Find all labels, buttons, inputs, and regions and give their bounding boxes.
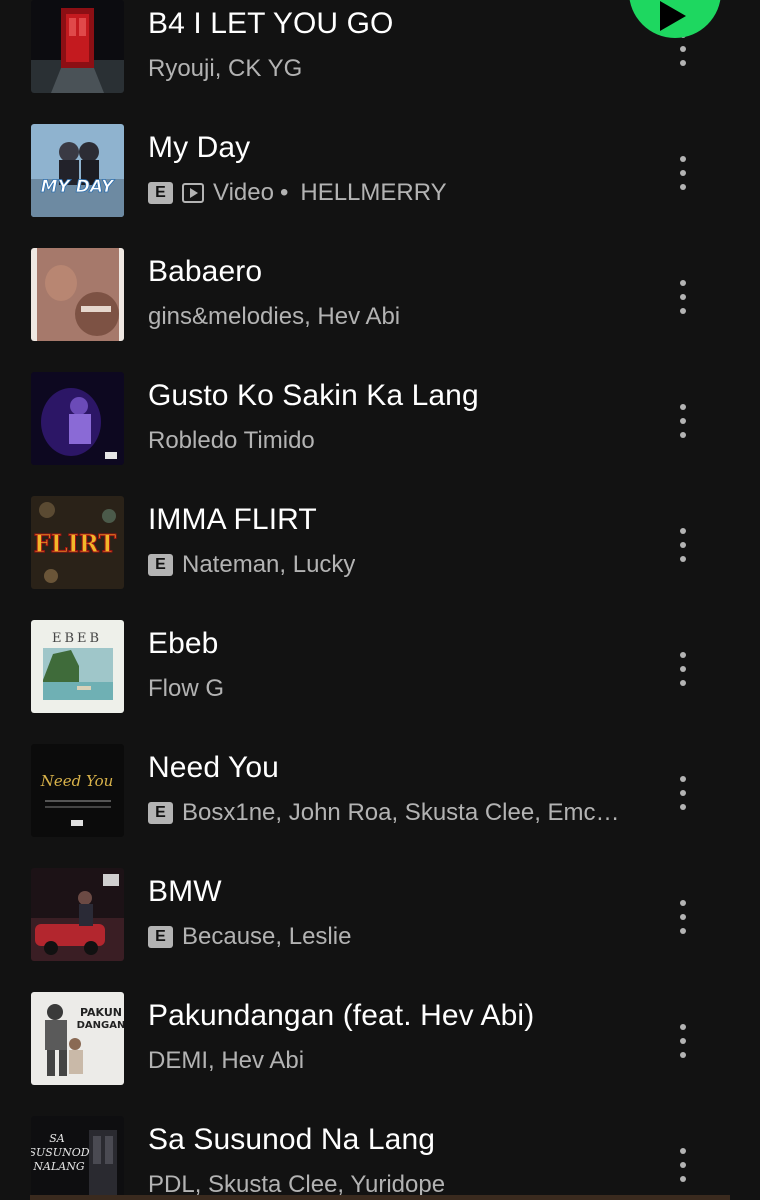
album-cover-image bbox=[31, 0, 124, 93]
track-title: Gusto Ko Sakin Ka Lang bbox=[148, 379, 479, 412]
track-row[interactable]: SA SUSUNOD NALANG Sa Susunod Na Lang PDL… bbox=[0, 1086, 760, 1200]
cover-text: SUSUNOD bbox=[31, 1146, 90, 1159]
track-artists: DEMI, Hev Abi bbox=[148, 1047, 305, 1074]
video-label: Video bbox=[213, 179, 274, 206]
track-subtitle: E Because, Leslie bbox=[148, 923, 351, 951]
track-title: IMMA FLIRT bbox=[148, 503, 317, 536]
track-list: B4 I LET YOU GO Ryouji, CK YG MY DAY My … bbox=[0, 0, 760, 1200]
track-subtitle: E Nateman, Lucky bbox=[148, 551, 355, 579]
track-row[interactable]: Gusto Ko Sakin Ka Lang Robledo Timido bbox=[0, 342, 760, 466]
video-icon bbox=[182, 183, 204, 203]
cover-text: MY DAY bbox=[41, 177, 115, 197]
track-subtitle: E Bosx1ne, John Roa, Skusta Clee, Emc… bbox=[148, 799, 618, 827]
track-row[interactable]: FLIRT IMMA FLIRT E Nateman, Lucky bbox=[0, 466, 760, 590]
track-artists: Nateman, Lucky bbox=[182, 551, 356, 578]
track-title: B4 I LET YOU GO bbox=[148, 7, 394, 40]
cover-text: EBEB bbox=[52, 631, 102, 646]
track-artists: Flow G bbox=[148, 675, 225, 702]
explicit-badge: E bbox=[148, 802, 173, 824]
album-cover-image: PAKUN DANGAN bbox=[31, 992, 124, 1085]
more-options-icon[interactable] bbox=[672, 154, 694, 194]
track-title: My Day bbox=[148, 131, 251, 164]
more-options-icon[interactable] bbox=[672, 650, 694, 690]
track-artists: Ryouji, CK YG bbox=[148, 55, 303, 82]
mini-player-edge[interactable] bbox=[30, 1195, 730, 1200]
more-options-icon[interactable] bbox=[672, 278, 694, 318]
track-title: Sa Susunod Na Lang bbox=[148, 1123, 436, 1156]
album-cover-image bbox=[31, 372, 124, 465]
track-row[interactable]: Babaero gins&melodies, Hev Abi bbox=[0, 218, 760, 342]
play-icon bbox=[660, 1, 686, 31]
track-artists: gins&melodies, Hev Abi bbox=[148, 303, 401, 330]
more-options-icon[interactable] bbox=[672, 1146, 694, 1186]
track-title: Babaero bbox=[148, 255, 263, 288]
track-subtitle: Ryouji, CK YG bbox=[148, 55, 302, 83]
track-subtitle: Robledo Timido bbox=[148, 427, 315, 455]
album-cover-image: Need You bbox=[31, 744, 124, 837]
album-cover-image: EBEB bbox=[31, 620, 124, 713]
cover-text: SA bbox=[49, 1132, 65, 1145]
track-title: BMW bbox=[148, 875, 222, 908]
separator-dot: • bbox=[279, 179, 289, 206]
cover-text: Need You bbox=[40, 772, 114, 790]
cover-text: PAKUN bbox=[80, 1006, 122, 1019]
track-row[interactable]: MY DAY My Day E Video • HELLMERRY bbox=[0, 94, 760, 218]
album-cover-image bbox=[31, 248, 124, 341]
album-cover-image bbox=[31, 868, 124, 961]
track-artists: Because, Leslie bbox=[182, 923, 352, 950]
more-options-icon[interactable] bbox=[672, 1022, 694, 1062]
explicit-badge: E bbox=[148, 554, 173, 576]
explicit-badge: E bbox=[148, 926, 173, 948]
more-options-icon[interactable] bbox=[672, 526, 694, 566]
explicit-badge: E bbox=[148, 182, 173, 204]
track-title: Need You bbox=[148, 751, 279, 784]
album-cover-image: FLIRT bbox=[31, 496, 124, 589]
cover-text: DANGAN bbox=[77, 1020, 124, 1031]
track-subtitle: Flow G bbox=[148, 675, 224, 703]
cover-text: FLIRT bbox=[34, 529, 117, 558]
more-options-icon[interactable] bbox=[672, 402, 694, 442]
track-row[interactable]: PAKUN DANGAN Pakundangan (feat. Hev Abi)… bbox=[0, 962, 760, 1086]
track-title: Pakundangan (feat. Hev Abi) bbox=[148, 999, 535, 1032]
album-cover-image: MY DAY bbox=[31, 124, 124, 217]
cover-text: NALANG bbox=[32, 1160, 84, 1173]
track-subtitle: gins&melodies, Hev Abi bbox=[148, 303, 400, 331]
album-cover-image: SA SUSUNOD NALANG bbox=[31, 1116, 124, 1200]
track-title: Ebeb bbox=[148, 627, 219, 660]
playlist-screen: B4 I LET YOU GO Ryouji, CK YG MY DAY My … bbox=[0, 0, 760, 1200]
track-row[interactable]: BMW E Because, Leslie bbox=[0, 838, 760, 962]
more-options-icon[interactable] bbox=[672, 898, 694, 938]
track-artists: Robledo Timido bbox=[148, 427, 315, 454]
track-subtitle: DEMI, Hev Abi bbox=[148, 1047, 304, 1075]
track-artists: HELLMERRY bbox=[300, 179, 447, 206]
track-row[interactable]: Need You Need You E Bosx1ne, John Roa, S… bbox=[0, 714, 760, 838]
track-artists: Bosx1ne, John Roa, Skusta Clee, Emc… bbox=[182, 799, 618, 826]
more-options-icon[interactable] bbox=[672, 774, 694, 814]
track-row[interactable]: EBEB Ebeb Flow G bbox=[0, 590, 760, 714]
track-subtitle: E Video • HELLMERRY bbox=[148, 179, 447, 207]
